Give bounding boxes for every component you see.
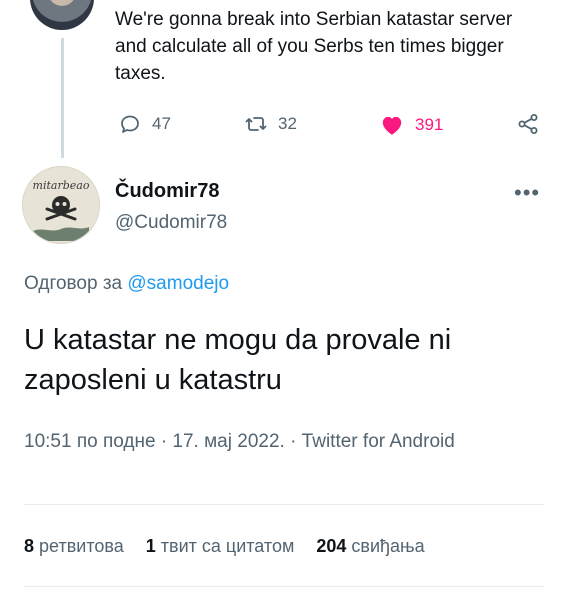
divider-top [24, 504, 544, 505]
pirate-flag-avatar-image: mitarbeao [23, 167, 99, 243]
reply-icon [121, 115, 139, 133]
reply-to-line: Одговор за @samodejo [24, 273, 229, 295]
engagement-stats: 8 ретвитова 1 твит са цитатом 204 свиђањ… [24, 536, 425, 557]
stat-quotes-count: 1 [145, 536, 156, 556]
share-button[interactable] [516, 112, 540, 136]
parent-tweet-text: We're gonna break into Serbian katastar … [115, 9, 513, 84]
more-options-button[interactable]: ••• [514, 180, 540, 206]
thread-connector [61, 38, 64, 158]
reply-button[interactable]: 47 [118, 112, 171, 136]
like-button[interactable]: 391 [379, 112, 443, 138]
avatar-caption: mitarbeao [33, 179, 90, 192]
stat-likes-count: 204 [316, 536, 347, 556]
retweet-button[interactable]: 32 [244, 112, 297, 136]
parent-avatar[interactable] [30, 0, 94, 30]
retweet-count: 32 [278, 114, 297, 133]
share-icon [518, 114, 538, 134]
stat-likes-label: свиђања [351, 536, 425, 556]
reply-count: 47 [152, 114, 171, 133]
reply-to-mention-link[interactable]: @samodejo [127, 273, 229, 294]
more-icon: ••• [514, 180, 541, 205]
stat-likes[interactable]: 204 свиђања [316, 536, 424, 557]
user-handle[interactable]: @Cudomir78 [115, 212, 227, 234]
stat-retweets-label: ретвитова [39, 536, 124, 556]
stat-quotes-label: твит са цитатом [160, 536, 295, 556]
stat-retweets-count: 8 [24, 536, 35, 556]
like-count: 391 [415, 115, 444, 134]
stat-quotes[interactable]: 1 твит са цитатом [146, 536, 295, 557]
reply-tweet-text: U katastar ne mogu da provale ni zaposle… [24, 324, 452, 396]
retweet-icon [245, 117, 267, 131]
heart-icon [382, 116, 402, 135]
stat-retweets[interactable]: 8 ретвитова [24, 536, 124, 557]
tweet-timestamp[interactable]: 10:51 по подне · 17. мај 2022. · Twitter… [24, 428, 544, 456]
display-name[interactable]: Čudomir78 [115, 180, 219, 203]
divider-bottom [24, 586, 544, 587]
reply-to-label: Одговор за [24, 273, 123, 294]
reply-avatar[interactable]: mitarbeao [22, 166, 100, 244]
